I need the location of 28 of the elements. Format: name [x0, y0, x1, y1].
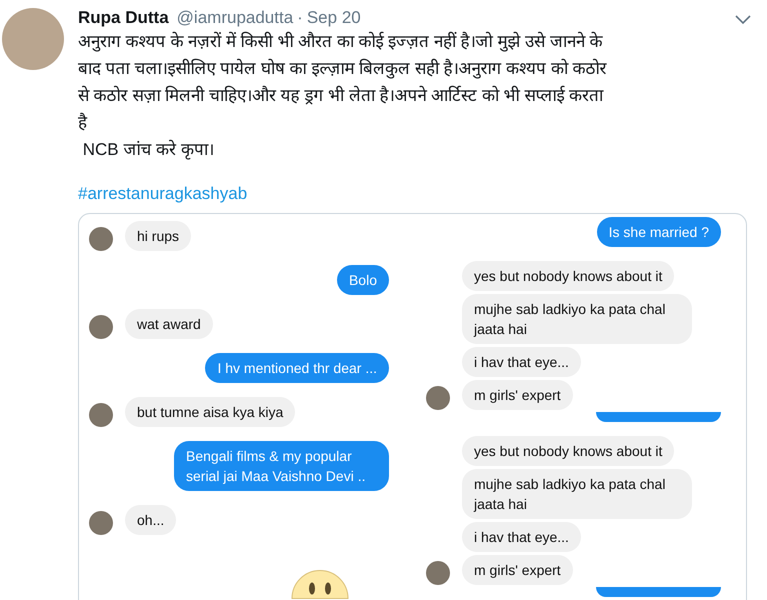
tweet-text-line: अनुराग कश्यप के नज़रों में किसी भी औरत का कोई इज्ज़त नहीं है।जो मुझे उसे जानने के: [78, 30, 604, 54]
sent-message: Bolo: [336, 265, 389, 295]
tweet-text-line: से कठोर सज़ा मिलनी चाहिए।और यह ड्रग भी लेता है।अपने आर्टिस्ट को भी सप्लाई करता: [78, 84, 605, 107]
tweet-text-line: है: [78, 112, 88, 134]
received-message: hi rups: [125, 221, 192, 251]
received-message: m girls' expert: [462, 555, 573, 585]
chevron-down-icon[interactable]: [735, 15, 751, 25]
received-message: mujhe sab ladkiyo ka pata chal jaata hai: [462, 294, 692, 344]
tweet-text-line: NCB जांच करे कृपा।: [82, 138, 215, 162]
hashtag-link[interactable]: #arrestanuragkashyab: [78, 183, 248, 205]
tweet-text-line: बाद पता चला।इसीलिए पायेल घोष का इल्ज़ाम बिलकुल सही है।अनुराग कश्यप को कठोर: [78, 58, 608, 80]
received-message: yes but nobody knows about it: [462, 436, 674, 466]
sent-message: I hv mentioned thr dear ...: [205, 353, 389, 383]
received-message: wat award: [125, 309, 213, 339]
author-handle[interactable]: @iamrupadutta: [176, 5, 294, 31]
author-name[interactable]: Rupa Dutta: [78, 5, 169, 31]
received-message: m girls' expert: [462, 380, 573, 410]
received-message: i hav that eye...: [462, 347, 581, 377]
tweet-date[interactable]: Sep 20: [306, 5, 361, 31]
received-message: i hav that eye...: [462, 522, 581, 552]
sent-message: Is she married ?: [596, 217, 721, 247]
received-message: yes but nobody knows about it: [462, 261, 674, 291]
smiley-face-icon: [291, 570, 349, 599]
received-message: mujhe sab ladkiyo ka pata chal jaata hai: [462, 469, 692, 519]
received-message: but tumne aisa kya kiya: [125, 397, 296, 427]
sent-message: Bengali films & my popular serial jai Maa Vaishno Devi ..: [174, 441, 389, 491]
separator-dot: ·: [297, 7, 303, 30]
received-message: oh...: [125, 505, 176, 535]
